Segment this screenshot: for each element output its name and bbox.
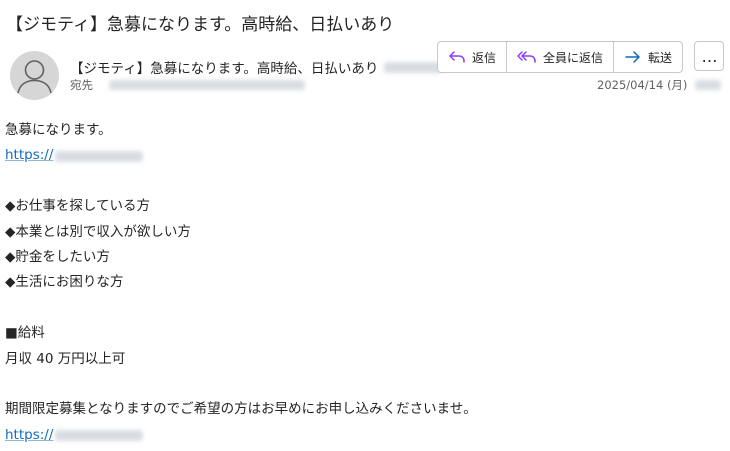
body-link[interactable]: https://	[5, 143, 53, 168]
message-actions: 返信 全員に返信 転送	[437, 41, 684, 73]
to-label: 宛先	[70, 78, 93, 92]
reply-icon	[449, 51, 465, 63]
reply-button[interactable]: 返信	[438, 42, 508, 72]
link-url-redacted[interactable]	[55, 150, 144, 162]
link-url-redacted[interactable]	[55, 429, 144, 441]
person-icon	[17, 60, 52, 94]
sender-address-redacted	[384, 61, 443, 73]
message-body: 急募になります。 https:// ◆お仕事を探している方 ◆本業とは別で収入が…	[5, 118, 477, 448]
email-subject: 【ジモティ】急募になります。高時給、日払いあり	[6, 15, 395, 35]
recipient-line: 宛先	[70, 77, 305, 93]
date-line: 2025/04/14 (月)	[597, 77, 722, 93]
bullet-item: ◆生活にお困りな方	[5, 274, 124, 291]
forward-label: 転送	[648, 50, 673, 65]
body-line: 急募になります。	[5, 122, 112, 138]
sender-avatar[interactable]	[10, 51, 59, 100]
reply-label: 返信	[472, 50, 497, 65]
reply-all-icon	[517, 51, 536, 63]
bullet-item: ◆貯金をしたい方	[5, 248, 110, 265]
body-link-row: https://	[5, 423, 477, 448]
forward-arrow-icon	[625, 51, 640, 63]
body-link-row: https://	[5, 143, 477, 168]
body-link[interactable]: https://	[5, 423, 53, 448]
more-icon: …	[701, 46, 718, 66]
reply-all-button[interactable]: 全員に返信	[507, 42, 615, 72]
forward-button[interactable]: 転送	[614, 42, 682, 72]
closing-line: 期間限定募集となりますのでご希望の方はお早めにお申し込みくださいませ。	[5, 401, 477, 418]
bullet-item: ◆お仕事を探している方	[5, 198, 150, 215]
sender-name[interactable]: 【ジモティ】急募になります。高時給、日払いあり	[70, 57, 378, 77]
bullet-item: ◆本業とは別で収入が欲しい方	[5, 223, 191, 240]
sender-line[interactable]: 【ジモティ】急募になります。高時給、日払いあり	[70, 57, 443, 77]
salary-heading: ■給料	[5, 325, 45, 342]
sent-date: 2025/04/14 (月)	[597, 78, 688, 92]
salary-value: 月収 40 万円以上可	[5, 350, 126, 367]
recipient-redacted[interactable]	[109, 80, 305, 90]
sent-time-redacted	[695, 80, 722, 90]
more-actions-button[interactable]: …	[694, 41, 724, 71]
reply-all-label: 全員に返信	[543, 50, 604, 65]
